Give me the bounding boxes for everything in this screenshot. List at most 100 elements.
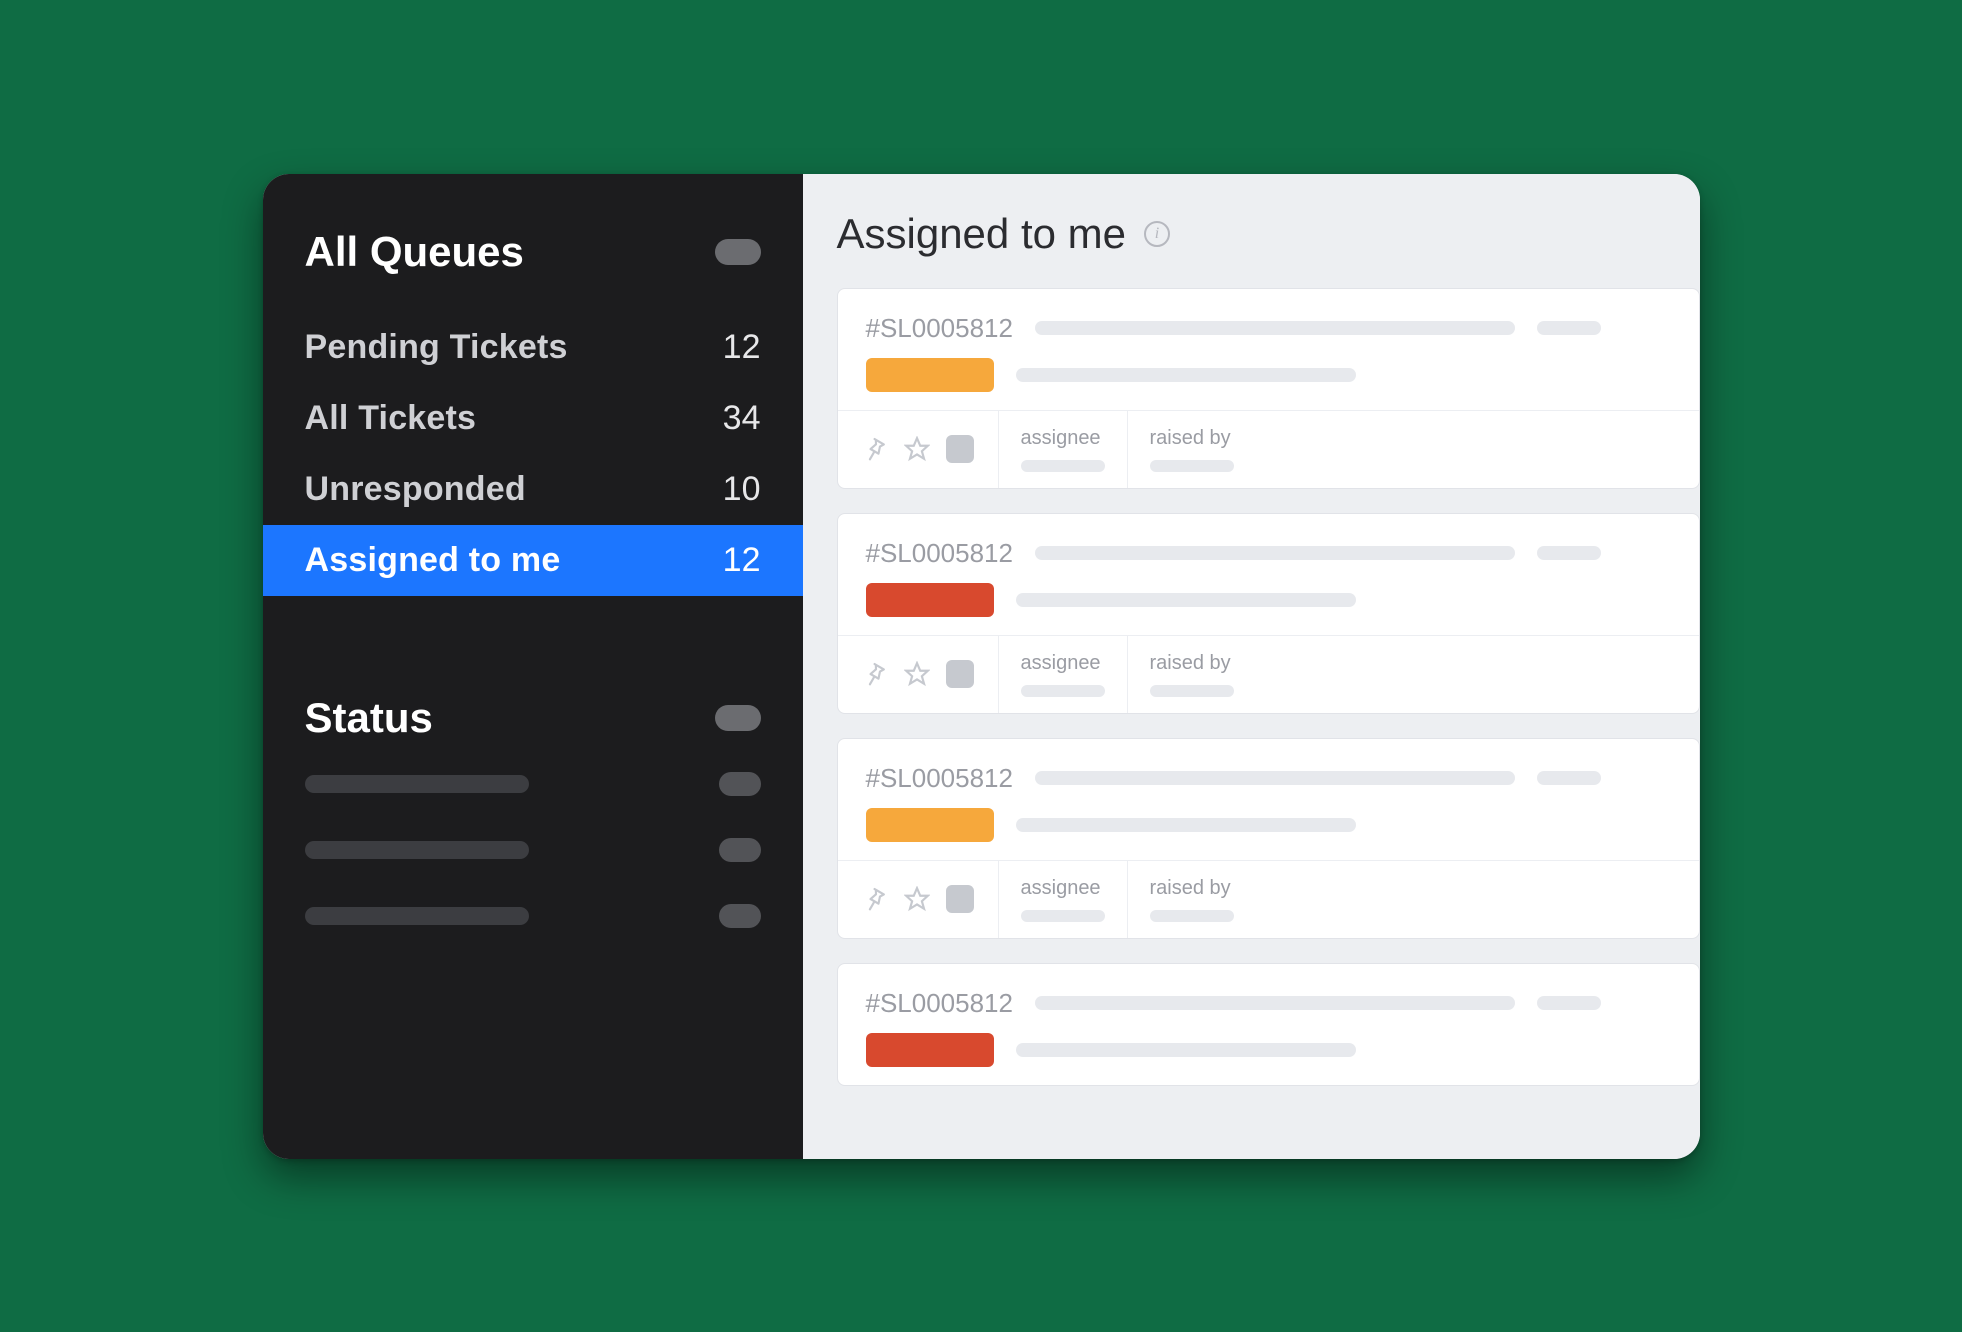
ticket-card[interactable]: #SL0005812: [837, 738, 1700, 939]
sidebar: All Queues Pending Tickets 12 All Ticket…: [263, 174, 803, 1159]
raised-by-cell: raised by: [1127, 636, 1256, 713]
priority-tag: [866, 583, 994, 617]
queue-item-label: Unresponded: [305, 470, 526, 509]
ticket-card-footer: assignee raised by: [838, 860, 1699, 938]
ticket-card[interactable]: #SL0005812: [837, 288, 1700, 489]
queue-item-label: Assigned to me: [305, 541, 561, 580]
ticket-card-body: #SL0005812: [838, 964, 1699, 1085]
ticket-desc-placeholder: [1016, 368, 1356, 382]
raised-by-cell: raised by: [1127, 411, 1256, 488]
ticket-card[interactable]: #SL0005812: [837, 513, 1700, 714]
ticket-desc-placeholder: [1016, 1043, 1356, 1057]
queue-item-all[interactable]: All Tickets 34: [263, 383, 803, 454]
ticket-desc-placeholder: [1016, 818, 1356, 832]
ticket-row-top: #SL0005812: [866, 538, 1671, 569]
queue-item-label: Pending Tickets: [305, 328, 568, 367]
status-label-placeholder: [305, 907, 529, 925]
ticket-date-placeholder: [1537, 996, 1601, 1010]
queue-item-count: 12: [723, 328, 761, 367]
queues-section-header: All Queues: [263, 210, 803, 294]
assignee-cell: assignee: [998, 411, 1127, 488]
priority-tag: [866, 358, 994, 392]
queue-item-unresponded[interactable]: Unresponded 10: [263, 454, 803, 525]
raised-by-value-placeholder: [1150, 910, 1234, 922]
raised-by-value-placeholder: [1150, 685, 1234, 697]
queue-list: Pending Tickets 12 All Tickets 34 Unresp…: [263, 312, 803, 596]
queues-title: All Queues: [305, 228, 524, 276]
status-count-placeholder: [719, 838, 761, 862]
priority-tag: [866, 1033, 994, 1067]
status-item[interactable]: [305, 838, 761, 862]
status-count-placeholder: [719, 904, 761, 928]
status-count-placeholder: [719, 772, 761, 796]
raised-by-label: raised by: [1150, 877, 1234, 900]
ticket-id: #SL0005812: [866, 313, 1013, 344]
ticket-list: #SL0005812: [803, 288, 1700, 1086]
ticket-row-bottom: [866, 358, 1671, 392]
ticket-actions: [838, 636, 998, 713]
status-label-placeholder: [305, 775, 529, 793]
ticket-actions: [838, 411, 998, 488]
assignee-value-placeholder: [1021, 910, 1105, 922]
ticket-title-placeholder: [1035, 771, 1515, 785]
ticket-title-placeholder: [1035, 546, 1515, 560]
queue-item-count: 34: [723, 399, 761, 438]
select-checkbox[interactable]: [946, 660, 974, 688]
queues-toggle[interactable]: [715, 239, 761, 265]
status-section-header: Status: [263, 676, 803, 760]
ticket-row-bottom: [866, 1033, 1671, 1067]
status-section: Status: [263, 676, 803, 928]
ticket-card-body: #SL0005812: [838, 514, 1699, 635]
assignee-cell: assignee: [998, 861, 1127, 938]
star-icon[interactable]: [904, 436, 930, 462]
ticket-row-bottom: [866, 583, 1671, 617]
status-toggle[interactable]: [715, 705, 761, 731]
assignee-label: assignee: [1021, 877, 1105, 900]
select-checkbox[interactable]: [946, 435, 974, 463]
ticket-id: #SL0005812: [866, 988, 1013, 1019]
queue-item-count: 10: [723, 470, 761, 509]
raised-by-cell: raised by: [1127, 861, 1256, 938]
ticket-row-top: #SL0005812: [866, 763, 1671, 794]
queue-item-assigned-to-me[interactable]: Assigned to me 12: [263, 525, 803, 596]
ticket-card-body: #SL0005812: [838, 289, 1699, 410]
ticket-date-placeholder: [1537, 546, 1601, 560]
ticket-date-placeholder: [1537, 771, 1601, 785]
assignee-value-placeholder: [1021, 460, 1105, 472]
ticket-title-placeholder: [1035, 321, 1515, 335]
ticket-date-placeholder: [1537, 321, 1601, 335]
app-window: All Queues Pending Tickets 12 All Ticket…: [263, 174, 1700, 1159]
status-title: Status: [305, 694, 433, 742]
select-checkbox[interactable]: [946, 885, 974, 913]
status-list: [263, 760, 803, 928]
ticket-card-body: #SL0005812: [838, 739, 1699, 860]
queue-item-pending[interactable]: Pending Tickets 12: [263, 312, 803, 383]
star-icon[interactable]: [904, 886, 930, 912]
pin-icon[interactable]: [862, 661, 888, 687]
pin-icon[interactable]: [862, 886, 888, 912]
ticket-actions: [838, 861, 998, 938]
raised-by-label: raised by: [1150, 652, 1234, 675]
ticket-title-placeholder: [1035, 996, 1515, 1010]
page-title: Assigned to me: [837, 210, 1127, 258]
ticket-desc-placeholder: [1016, 593, 1356, 607]
ticket-row-top: #SL0005812: [866, 313, 1671, 344]
status-item[interactable]: [305, 772, 761, 796]
status-item[interactable]: [305, 904, 761, 928]
status-label-placeholder: [305, 841, 529, 859]
assignee-label: assignee: [1021, 427, 1105, 450]
star-icon[interactable]: [904, 661, 930, 687]
queue-item-count: 12: [723, 541, 761, 580]
queue-item-label: All Tickets: [305, 399, 477, 438]
ticket-id: #SL0005812: [866, 538, 1013, 569]
assignee-value-placeholder: [1021, 685, 1105, 697]
ticket-card-footer: assignee raised by: [838, 635, 1699, 713]
ticket-card[interactable]: #SL0005812: [837, 963, 1700, 1086]
ticket-row-bottom: [866, 808, 1671, 842]
ticket-id: #SL0005812: [866, 763, 1013, 794]
raised-by-value-placeholder: [1150, 460, 1234, 472]
priority-tag: [866, 808, 994, 842]
assignee-label: assignee: [1021, 652, 1105, 675]
info-icon[interactable]: i: [1144, 221, 1170, 247]
pin-icon[interactable]: [862, 436, 888, 462]
